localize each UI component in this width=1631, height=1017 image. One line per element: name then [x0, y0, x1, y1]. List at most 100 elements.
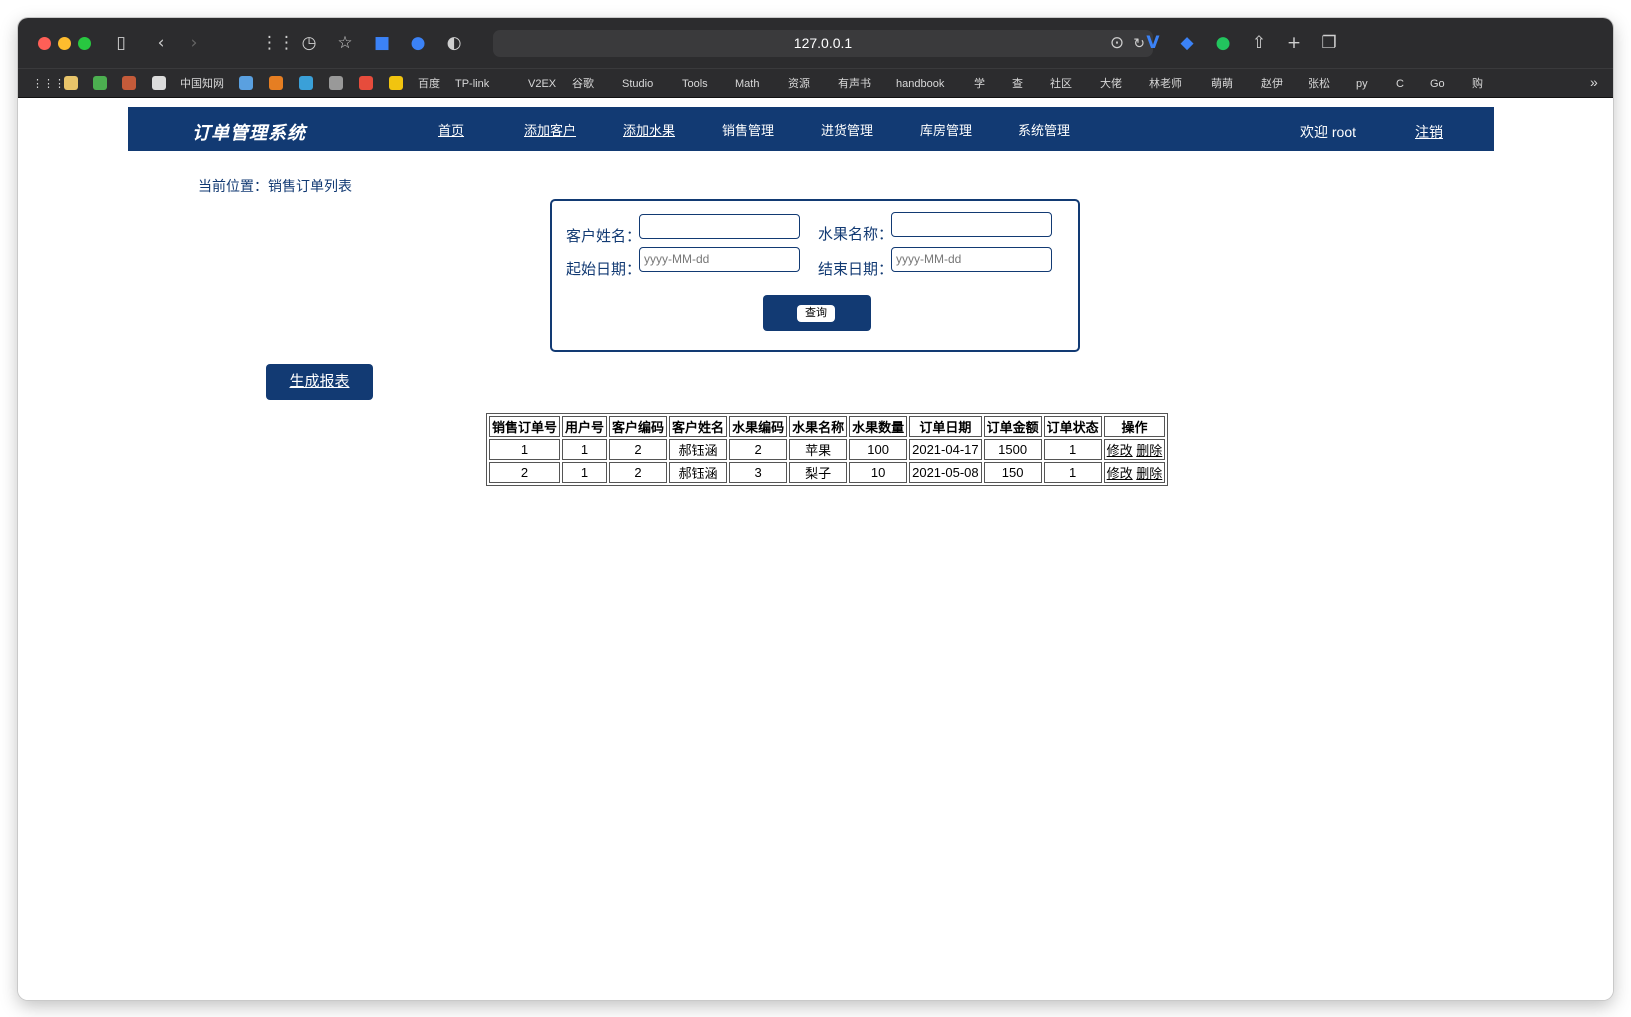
bookmarks-bar: ⋮⋮⋮ 中国知网 百度 TP-link V2EX 谷歌 Studio Tools… [18, 68, 1613, 98]
actions-cell: 修改 删除 [1103, 462, 1166, 483]
bookmark-folder[interactable]: Math [735, 77, 759, 91]
bookmark-folder[interactable]: handbook [896, 77, 944, 91]
bookmark-folder[interactable]: 张松 [1308, 77, 1330, 91]
minimize-window-button[interactable] [58, 37, 71, 50]
table-cell: 1 [489, 439, 561, 460]
table-cell: 2 [609, 462, 668, 483]
bookmark-folder[interactable]: C [1396, 77, 1404, 91]
bookmark-folder[interactable]: 购 [1472, 77, 1483, 91]
apps-icon[interactable]: ⋮⋮⋮ [32, 77, 65, 91]
bookmark-icon[interactable] [299, 76, 313, 90]
column-header: 水果名称 [789, 416, 848, 437]
bookmark-folder[interactable]: 大佬 [1100, 77, 1122, 91]
close-window-button[interactable] [38, 37, 51, 50]
url-text: 127.0.0.1 [793, 35, 853, 51]
column-header: 用户号 [562, 416, 608, 437]
bookmark-item[interactable]: TP-link [455, 77, 489, 91]
delete-link[interactable]: 删除 [1136, 443, 1162, 458]
bookmark-folder[interactable]: py [1356, 77, 1368, 91]
bookmark-folder[interactable]: 林老师 [1149, 77, 1182, 91]
nav-purchase[interactable]: 进货管理 [821, 120, 873, 139]
bookmark-icon[interactable] [93, 76, 107, 90]
customer-name-label: 客户姓名： [566, 228, 642, 245]
extension-icon[interactable]: ◆ [1176, 32, 1198, 54]
zoom-window-button[interactable] [78, 37, 91, 50]
table-cell: 苹果 [789, 439, 848, 460]
edit-link[interactable]: 修改 [1107, 466, 1133, 481]
table-cell: 150 [983, 462, 1042, 483]
nav-add-customer[interactable]: 添加客户 [524, 120, 576, 139]
bookmark-folder[interactable]: 社区 [1050, 77, 1072, 91]
actions-cell: 修改 删除 [1103, 439, 1166, 460]
bookmark-star-icon[interactable]: ☆ [334, 32, 356, 54]
edit-link[interactable]: 修改 [1107, 443, 1133, 458]
bookmark-folder[interactable]: 萌萌 [1211, 77, 1233, 91]
bookmark-item[interactable]: 中国知网 [180, 77, 224, 91]
bookmark-icon[interactable] [389, 76, 403, 90]
nav-add-fruit[interactable]: 添加水果 [623, 120, 675, 139]
bookmark-icon[interactable] [329, 76, 343, 90]
table-cell: 1 [1043, 439, 1102, 460]
address-bar[interactable]: 127.0.0.1 ↻ [493, 30, 1153, 57]
welcome-text: 欢迎 root [1300, 124, 1357, 140]
query-button-label[interactable]: 查询 [797, 305, 835, 322]
bookmark-folder[interactable]: Studio [622, 77, 653, 91]
bookmark-item[interactable]: 百度 [418, 77, 440, 91]
extension-icon[interactable]: ■ [371, 32, 393, 54]
start-date-input[interactable]: yyyy-MM-dd [639, 247, 800, 272]
history-icon[interactable]: ◷ [298, 32, 320, 54]
fruit-name-input[interactable] [891, 212, 1052, 237]
share-icon[interactable]: ⇧ [1248, 32, 1270, 54]
shield-icon[interactable]: ◐ [443, 32, 465, 54]
column-header: 操作 [1103, 416, 1166, 437]
tab-overview-icon[interactable]: ❐ [1318, 32, 1340, 54]
bookmark-icon[interactable] [122, 76, 136, 90]
bookmark-icon[interactable] [359, 76, 373, 90]
nav-home[interactable]: 首页 [438, 120, 464, 139]
new-tab-icon[interactable]: + [1283, 32, 1305, 54]
bookmark-folder[interactable]: 谷歌 [572, 77, 594, 91]
extension-icon[interactable]: V [1142, 32, 1164, 54]
query-button[interactable]: 查询 [763, 295, 871, 331]
generate-report-button[interactable]: 生成报表 [266, 364, 373, 400]
bookmark-folder[interactable]: 查 [1012, 77, 1023, 91]
bookmark-icon[interactable] [269, 76, 283, 90]
logout-link[interactable]: 注销 [1415, 122, 1443, 142]
bookmark-folder[interactable]: 资源 [788, 77, 810, 91]
bookmark-folder[interactable]: 赵伊 [1261, 77, 1283, 91]
bookmark-folder[interactable]: Tools [682, 77, 708, 91]
back-icon[interactable]: ‹ [150, 32, 172, 54]
more-bookmarks-icon[interactable]: » [1590, 75, 1598, 89]
table-row: 1 1 2 郝钰涵 2 苹果 100 2021-04-17 1500 1 修改 … [489, 439, 1166, 460]
browser-toolbar: ▯ ‹ › ⋮⋮ ◷ ☆ ■ ● ◐ 127.0.0.1 ↻ ⊙ V ◆ ● ⇧… [18, 18, 1613, 68]
nav-system[interactable]: 系统管理 [1018, 120, 1070, 139]
grid-icon[interactable]: ⋮⋮ [261, 32, 295, 54]
bookmark-folder[interactable]: Go [1430, 77, 1445, 91]
table-header-row: 销售订单号 用户号 客户编码 客户姓名 水果编码 水果名称 水果数量 订单日期 … [489, 416, 1166, 437]
column-header: 水果编码 [729, 416, 788, 437]
bookmark-icon[interactable] [152, 76, 166, 90]
bookmark-item[interactable]: V2EX [528, 77, 556, 91]
fruit-name-label: 水果名称： [818, 226, 894, 243]
search-form: 客户姓名： 水果名称： 起始日期： yyyy-MM-dd 结束日期： yyyy-… [550, 199, 1080, 352]
table-cell: 3 [729, 462, 788, 483]
end-date-input[interactable]: yyyy-MM-dd [891, 247, 1052, 272]
table-row: 2 1 2 郝钰涵 3 梨子 10 2021-05-08 150 1 修改 删除 [489, 462, 1166, 483]
bookmark-icon[interactable] [64, 76, 78, 90]
column-header: 订单日期 [909, 416, 982, 437]
delete-link[interactable]: 删除 [1136, 466, 1162, 481]
bookmark-folder[interactable]: 有声书 [838, 77, 871, 91]
nav-warehouse[interactable]: 库房管理 [920, 120, 972, 139]
nav-sales[interactable]: 销售管理 [722, 120, 774, 139]
download-icon[interactable]: ⊙ [1106, 32, 1128, 54]
column-header: 客户编码 [609, 416, 668, 437]
extension-icon[interactable]: ● [407, 32, 429, 54]
table-cell: 2 [729, 439, 788, 460]
forward-icon[interactable]: › [183, 32, 205, 54]
bookmark-folder[interactable]: 学 [974, 77, 985, 91]
table-cell: 100 [849, 439, 908, 460]
customer-name-input[interactable] [639, 214, 800, 239]
grammarly-icon[interactable]: ● [1212, 32, 1234, 54]
bookmark-icon[interactable] [239, 76, 253, 90]
sidebar-toggle-icon[interactable]: ▯ [110, 32, 132, 54]
